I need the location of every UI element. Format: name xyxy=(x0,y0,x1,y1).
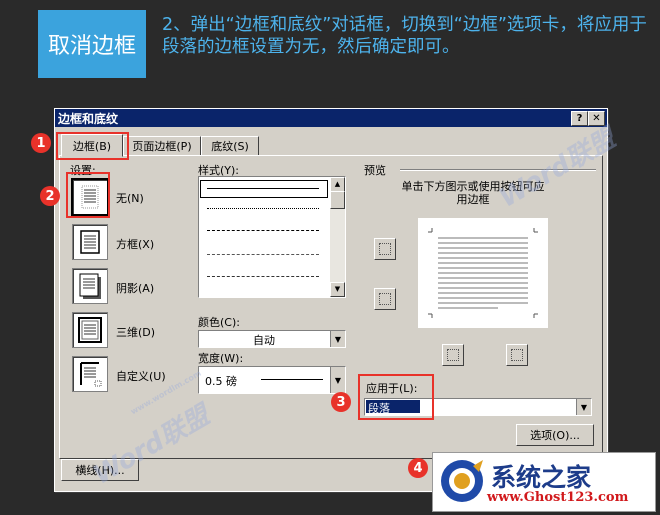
width-value: 0.5 磅 xyxy=(205,375,237,388)
preview-area[interactable] xyxy=(418,218,548,328)
setting-custom-label: 自定义(U) xyxy=(116,370,166,383)
logo-url: www.Ghost123.com xyxy=(487,490,629,505)
preview-label: 预览 xyxy=(364,164,386,177)
left-border-icon[interactable] xyxy=(442,344,464,366)
style-dotted-line[interactable] xyxy=(207,208,319,209)
ghost-logo-icon xyxy=(439,458,485,504)
callout-number: 3 xyxy=(331,392,351,412)
chevron-down-icon[interactable]: ▼ xyxy=(576,399,591,415)
setting-3d-icon[interactable] xyxy=(72,312,108,348)
style-long-dash-line[interactable] xyxy=(207,254,319,255)
top-border-icon[interactable] xyxy=(374,238,396,260)
style-scrollbar[interactable]: ▲ ▼ xyxy=(330,177,345,297)
right-border-icon[interactable] xyxy=(506,344,528,366)
setting-3d-label: 三维(D) xyxy=(116,326,156,339)
setting-none-label: 无(N) xyxy=(116,192,144,205)
scroll-down-icon[interactable]: ▼ xyxy=(330,282,345,297)
logo-name: 系统之家 xyxy=(491,463,592,492)
width-select[interactable]: 0.5 磅 ▼ xyxy=(198,366,346,394)
setting-box-label: 方框(X) xyxy=(116,238,155,251)
dialog-title: 边框和底纹 xyxy=(58,111,119,126)
setting-custom-icon[interactable] xyxy=(72,356,108,392)
scroll-thumb[interactable] xyxy=(330,191,345,209)
help-button[interactable]: ? xyxy=(571,111,588,126)
instruction-text: 2、弹出“边框和底纹”对话框，切换到“边框”选项卡，将应用于段落的边框设置为无，… xyxy=(162,15,647,57)
color-select[interactable]: 自动 ▼ xyxy=(198,330,346,348)
callout-box-apply xyxy=(358,374,434,420)
setting-shadow-icon[interactable] xyxy=(72,268,108,304)
setting-box-icon[interactable] xyxy=(72,224,108,260)
style-solid-line[interactable] xyxy=(207,188,319,189)
callout-box-none xyxy=(66,172,110,218)
style-selected-item[interactable] xyxy=(200,180,328,198)
color-value: 自动 xyxy=(253,334,275,347)
style-dashed-line[interactable] xyxy=(207,230,319,231)
width-line-sample xyxy=(261,379,323,380)
dialog-titlebar: 边框和底纹 ? ✕ xyxy=(55,109,607,127)
setting-shadow-label: 阴影(A) xyxy=(116,282,155,295)
options-button[interactable]: 选项(O)... xyxy=(516,424,594,446)
scroll-up-icon[interactable]: ▲ xyxy=(330,177,345,192)
style-dash-dot-line[interactable] xyxy=(207,276,319,277)
color-label: 颜色(C): xyxy=(198,316,240,329)
bottom-border-icon[interactable] xyxy=(374,288,396,310)
section-tag: 取消边框 xyxy=(38,10,146,78)
style-list[interactable]: ▲ ▼ xyxy=(198,176,346,298)
callout-number: 2 xyxy=(40,186,60,206)
tab-shading[interactable]: 底纹(S) xyxy=(201,136,259,156)
tab-borders[interactable]: 边框(B) xyxy=(61,134,123,157)
site-logo: 系统之家 www.Ghost123.com xyxy=(432,452,656,512)
callout-number: 1 xyxy=(31,133,51,153)
tab-page-border[interactable]: 页面边框(P) xyxy=(123,136,201,156)
callout-number: 4 xyxy=(408,458,428,478)
chevron-down-icon[interactable]: ▼ xyxy=(330,367,345,393)
chevron-down-icon[interactable]: ▼ xyxy=(330,331,345,347)
width-label: 宽度(W): xyxy=(198,352,244,365)
